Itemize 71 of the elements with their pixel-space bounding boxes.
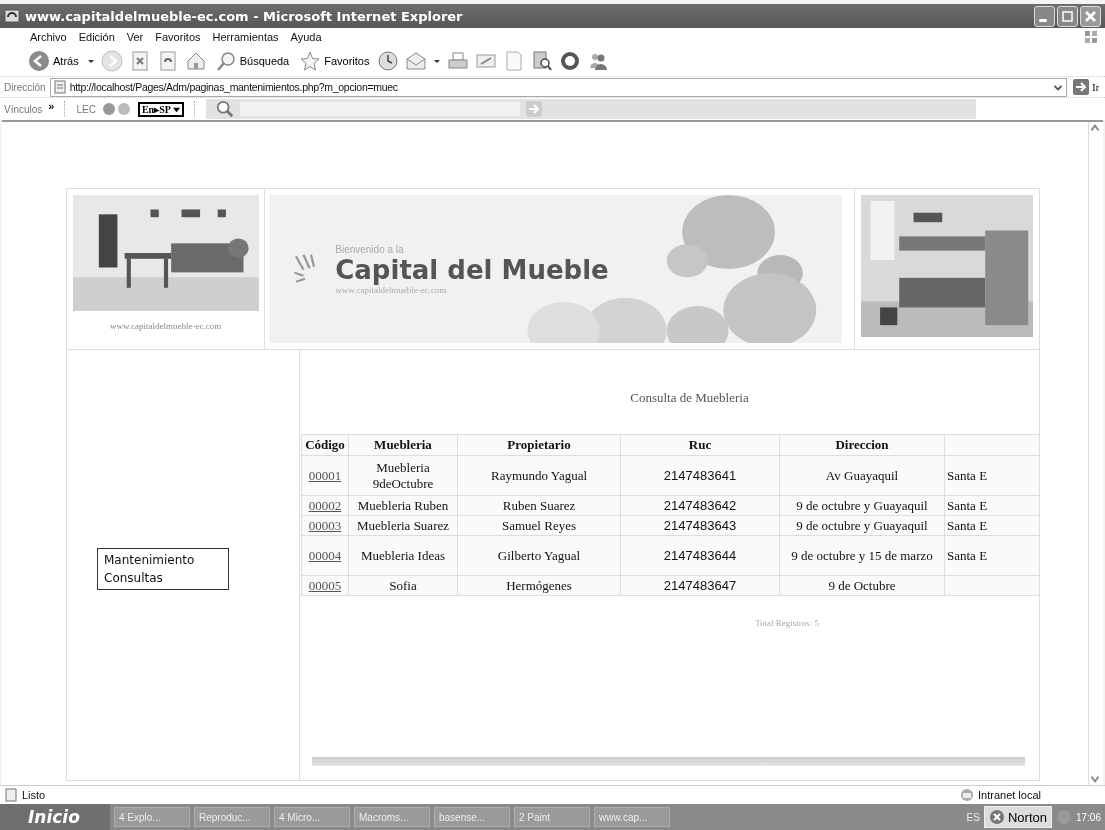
menu-item[interactable]: Favoritos — [149, 31, 207, 43]
table-cell: Muebleria Ideas — [348, 535, 458, 576]
column-header: Muebleria — [348, 434, 458, 456]
links-label: Vínculos — [4, 103, 43, 115]
history-icon[interactable] — [377, 50, 400, 72]
close-icon — [1083, 8, 1098, 24]
table-cell: Raymundo Yagual — [457, 455, 621, 496]
close-circle-icon — [988, 809, 1005, 825]
mail-icon[interactable] — [405, 50, 428, 72]
banner-url: www.capitaldelmueble-ec.com — [335, 284, 448, 295]
site-url: www.capitaldelmueble-ec.com — [109, 321, 222, 331]
browser-icon — [4, 8, 20, 24]
page-icon — [4, 788, 18, 802]
maximize-icon — [1060, 8, 1075, 24]
minimize-icon — [1039, 18, 1047, 22]
back-button[interactable]: Atrás — [26, 50, 81, 72]
menu-item[interactable]: Consultas — [98, 569, 228, 587]
close-button[interactable] — [1080, 5, 1101, 27]
table-cell: Av Guayaquil — [779, 455, 945, 496]
table-cell: 2147483641 — [620, 455, 780, 496]
address-label: Dirección — [4, 81, 46, 93]
caret-icon[interactable] — [86, 57, 95, 65]
printer-icon[interactable] — [447, 50, 470, 72]
favorites-button[interactable]: Favoritos — [297, 50, 372, 72]
go-button[interactable]: Ir — [1071, 79, 1101, 95]
horizontal-scrollbar[interactable] — [312, 757, 1025, 766]
research-icon[interactable] — [531, 50, 554, 72]
menu-item[interactable]: Herramientas — [206, 31, 285, 43]
menu-item[interactable]: Ayuda — [284, 31, 328, 43]
welcome-text: Bienvenido a la — [335, 243, 405, 255]
status-text: Listo — [22, 789, 46, 801]
table-cell: Santa E — [944, 455, 1039, 496]
window-title: www.capitaldelmueble-ec.com - Microsoft Internet Explorer — [25, 8, 463, 24]
menu-item[interactable]: Ver — [120, 31, 150, 43]
search-button[interactable]: Búsqueda — [212, 50, 292, 72]
menu-item[interactable]: Archivo — [24, 31, 73, 43]
caret-icon — [172, 105, 180, 113]
search-icon[interactable] — [215, 100, 234, 118]
table-cell: Muebleria 9deOctubre — [348, 455, 458, 496]
page-icon — [52, 80, 67, 94]
clock: 17:06 — [1075, 811, 1101, 823]
address-field[interactable]: http://localhost/Pages/Adm/paginas_mantenimientos.php?m_opcion=muec — [49, 77, 1068, 97]
translate-dropdown[interactable]: En▸SP — [137, 101, 184, 117]
forward-icon[interactable] — [100, 50, 123, 72]
site-title: Capital del Mueble — [335, 254, 609, 285]
menu-item[interactable]: Edición — [72, 31, 121, 43]
link-item[interactable]: LEC — [76, 103, 96, 115]
search-icon — [214, 50, 237, 72]
table-cell: 9 de octubre y 15 de marzo — [779, 535, 945, 576]
home-icon[interactable] — [184, 50, 207, 72]
windows-logo-icon — [1083, 29, 1099, 45]
network-icon — [960, 788, 974, 802]
norton-button[interactable]: Norton — [983, 806, 1052, 828]
star-icon — [299, 50, 322, 72]
column-header: Direccion — [779, 434, 945, 456]
total-records: Total Registros: 5 — [755, 618, 819, 628]
column-header: Código — [301, 434, 349, 456]
circles-icon[interactable] — [101, 102, 132, 116]
menu-item[interactable]: Mantenimiento — [98, 551, 228, 569]
more-links-button[interactable]: » — [48, 100, 55, 112]
table-cell: 2147483644 — [620, 535, 780, 576]
page-heading: Consulta de Muebleria — [630, 390, 749, 406]
maximize-button[interactable] — [1057, 5, 1078, 27]
column-header: Ruc — [620, 434, 780, 456]
caret-icon[interactable] — [433, 57, 442, 65]
zone-text: Intranet local — [978, 789, 1041, 801]
start-button[interactable]: Inicio — [0, 804, 110, 830]
column-header: Propietario — [457, 434, 621, 456]
minimize-button[interactable] — [1034, 5, 1055, 27]
table-cell: Gilberto Yagual — [457, 535, 621, 576]
table-cell: Santa E — [944, 535, 1039, 576]
